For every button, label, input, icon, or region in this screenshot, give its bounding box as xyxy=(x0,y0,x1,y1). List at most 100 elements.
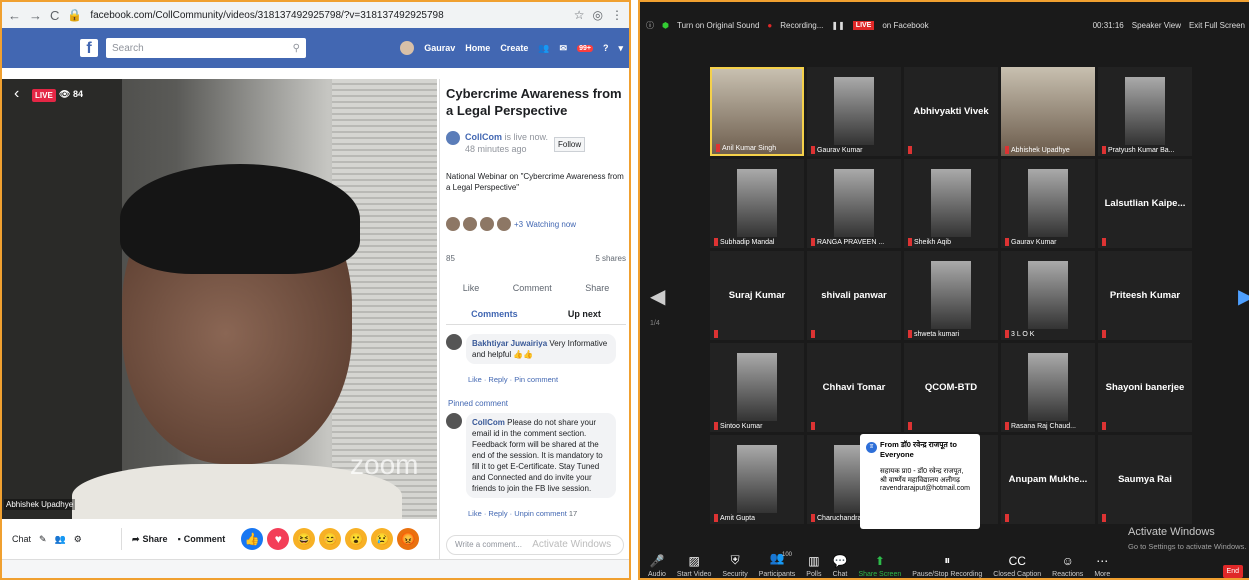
participant-tile[interactable]: Abhishek Upadhye xyxy=(1001,67,1095,156)
create-link[interactable]: Create xyxy=(500,43,528,53)
pause-recording-button[interactable]: ⏸ Pause/Stop Recording xyxy=(912,553,982,578)
chevron-left-icon[interactable]: ◀ xyxy=(650,284,665,309)
forward-icon[interactable]: → xyxy=(29,8,42,23)
participant-tile[interactable]: Sintoo Kumar xyxy=(710,343,804,432)
compose-icon[interactable]: ✎ xyxy=(39,534,47,545)
participant-tile[interactable]: 3 L O K xyxy=(1001,251,1095,340)
live-destination[interactable]: on Facebook xyxy=(882,21,928,30)
security-button[interactable]: ⛨ Security xyxy=(722,553,747,578)
sad-reaction-icon[interactable]: 😢 xyxy=(371,528,394,550)
participant-tile[interactable]: Chhavi Tomar xyxy=(807,343,901,432)
participant-tile[interactable]: Subhadip Mandal xyxy=(710,159,804,248)
participant-tile[interactable]: Gaurav Kumar xyxy=(1001,159,1095,248)
avatar[interactable] xyxy=(400,41,415,55)
original-sound-button[interactable]: Turn on Original Sound xyxy=(677,21,759,30)
tab-comments[interactable]: Comments xyxy=(471,309,518,319)
share-button[interactable]: ➦ Share xyxy=(132,534,168,545)
back-icon[interactable]: ← xyxy=(8,8,21,23)
star-icon[interactable]: ☆ xyxy=(574,8,585,22)
settings-icon[interactable]: ⚙ xyxy=(74,534,82,545)
chat-notification[interactable]: ड From डॉ0 रवेन्द्र राजपूत to Everyone स… xyxy=(860,434,980,529)
avatar[interactable] xyxy=(446,413,462,429)
post-time[interactable]: 48 minutes ago xyxy=(465,144,527,154)
participant-tile[interactable]: Abhivyakti Vivek xyxy=(904,67,998,156)
participant-tile[interactable]: Pratyush Kumar Ba... xyxy=(1098,67,1192,156)
participant-video xyxy=(1125,77,1165,145)
participant-tile[interactable]: Lalsutlian Kaipe... xyxy=(1098,159,1192,248)
pause-icon[interactable]: ❚❚ xyxy=(831,21,844,30)
home-link[interactable]: Home xyxy=(465,43,490,53)
help-icon[interactable]: ? xyxy=(603,43,609,53)
wow-reaction-icon[interactable]: 😮 xyxy=(345,528,368,550)
polls-button[interactable]: ▥ Polls xyxy=(806,554,821,578)
participant-tile[interactable]: Sheikh Aqib xyxy=(904,159,998,248)
search-input[interactable]: Search ⚲ xyxy=(106,38,306,58)
reaction-count[interactable]: 85 xyxy=(446,254,455,263)
chat-tab[interactable]: Chat ✎ 👥 ⚙ xyxy=(12,528,122,550)
participant-tile[interactable]: Rasana Raj Chaud... xyxy=(1001,343,1095,432)
comment-author[interactable]: CollCom xyxy=(472,418,505,427)
comment-input[interactable]: Write a comment... Activate Windows xyxy=(446,535,624,555)
participant-tile[interactable]: Amit Gupta xyxy=(710,435,804,524)
video-player[interactable]: ‹ LIVE 👁 84 zoom Abhishek Upadhye xyxy=(2,79,437,519)
messenger-icon[interactable]: ✉ xyxy=(560,43,568,54)
end-meeting-button[interactable]: End xyxy=(1222,565,1243,578)
love-reaction-icon[interactable]: ♥ xyxy=(267,528,290,550)
facebook-logo-icon[interactable]: f xyxy=(80,39,98,57)
avatar[interactable] xyxy=(446,334,462,350)
search-icon[interactable]: ⚲ xyxy=(293,43,300,54)
comment-links[interactable]: Like · Reply · Unpin comment xyxy=(468,509,567,518)
comment-button[interactable]: Comment xyxy=(513,283,552,293)
participants-button[interactable]: 👥 100 Participants xyxy=(759,551,796,578)
extension-icon[interactable]: ◎ xyxy=(593,8,603,22)
angry-reaction-icon[interactable]: 😡 xyxy=(397,528,420,550)
participant-tile[interactable]: Gaurav Kumar xyxy=(807,67,901,156)
like-button[interactable]: Like xyxy=(463,283,480,293)
chevron-right-icon[interactable]: ▶ xyxy=(1238,284,1249,309)
share-button[interactable]: Share xyxy=(585,283,609,293)
more-button[interactable]: ⋯ More xyxy=(1094,554,1110,578)
participant-tile[interactable]: Suraj Kumar xyxy=(710,251,804,340)
shield-icon[interactable]: ⬢ xyxy=(662,21,669,30)
exit-full-screen-button[interactable]: Exit Full Screen xyxy=(1189,21,1245,30)
reactions-button[interactable]: ☺ Reactions xyxy=(1052,554,1083,578)
participant-tile[interactable]: Anupam Mukhe... xyxy=(1001,435,1095,524)
follow-button[interactable]: Follow xyxy=(554,137,586,152)
channel-name[interactable]: CollCom xyxy=(465,132,502,142)
share-screen-button[interactable]: ⬆ Share Screen xyxy=(858,554,901,578)
address-bar[interactable]: facebook.com/CollCommunity/videos/318137… xyxy=(90,10,565,21)
participant-tile[interactable]: shivali panwar xyxy=(807,251,901,340)
participant-tile[interactable]: Shayoni banerjee xyxy=(1098,343,1192,432)
chat-button[interactable]: 💬 Chat xyxy=(832,554,847,578)
haha-reaction-icon[interactable]: 😆 xyxy=(293,528,316,550)
start-video-button[interactable]: ▨ Start Video xyxy=(677,554,712,578)
participant-name: Saumya Rai xyxy=(1118,474,1172,485)
reload-icon[interactable]: C xyxy=(50,8,59,23)
friends-icon[interactable]: 👥 xyxy=(538,43,549,54)
speaker-view-button[interactable]: Speaker View xyxy=(1132,21,1181,30)
participant-tile[interactable]: Anil Kumar Singh xyxy=(710,67,804,156)
chevron-left-icon[interactable]: ‹ xyxy=(14,85,19,103)
recording-status[interactable]: Recording... xyxy=(780,21,823,30)
comment-actions[interactable]: Like · Reply · Pin comment xyxy=(468,375,558,384)
participant-tile[interactable]: RANGA PRAVEEN ... xyxy=(807,159,901,248)
comment-author[interactable]: Bakhtiyar Juwairiya xyxy=(472,339,547,348)
participant-tile[interactable]: Saumya Rai xyxy=(1098,435,1192,524)
chevron-down-icon[interactable]: ▾ xyxy=(618,43,623,54)
audio-button[interactable]: 🎤 Audio xyxy=(648,554,666,578)
care-reaction-icon[interactable]: 😊 xyxy=(319,528,342,550)
share-count[interactable]: 5 shares xyxy=(595,254,626,263)
info-icon[interactable]: ⓘ xyxy=(646,20,654,31)
participant-tile[interactable]: QCOM-BTD xyxy=(904,343,998,432)
group-icon[interactable]: 👥 xyxy=(55,534,66,545)
comment-button[interactable]: ▪ Comment xyxy=(178,534,226,544)
like-reaction-icon[interactable]: 👍 xyxy=(241,528,264,550)
tab-up-next[interactable]: Up next xyxy=(568,309,601,319)
closed-caption-button[interactable]: CC Closed Caption xyxy=(993,554,1041,578)
avatar[interactable] xyxy=(446,131,460,145)
participant-tile[interactable]: Priteesh Kumar xyxy=(1098,251,1192,340)
menu-icon[interactable]: ⋮ xyxy=(611,8,623,22)
profile-link[interactable]: Gaurav xyxy=(424,43,455,53)
participant-tile[interactable]: shweta kumari xyxy=(904,251,998,340)
notifications-badge[interactable]: 99+ xyxy=(577,44,593,52)
